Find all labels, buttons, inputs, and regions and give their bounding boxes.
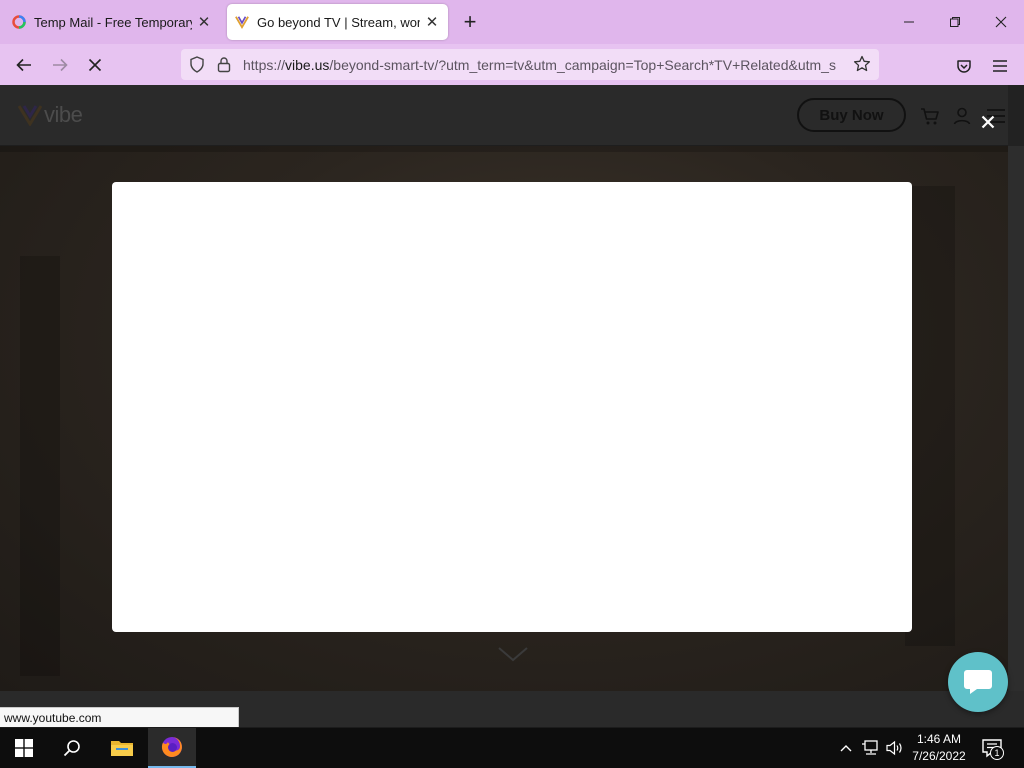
chevron-up-icon <box>840 745 852 752</box>
tempmail-favicon-icon <box>12 15 26 29</box>
search-button[interactable] <box>48 728 96 768</box>
tab-title: Temp Mail - Free Temporary Em <box>34 14 192 30</box>
chat-bubble-icon <box>964 670 992 694</box>
chat-button[interactable] <box>948 652 1008 712</box>
pocket-icon <box>957 60 971 73</box>
browser-tab-strip: Temp Mail - Free Temporary Em ✕ Go beyon… <box>0 0 1024 44</box>
tab-title: Go beyond TV | Stream, work, an <box>257 14 420 30</box>
url-text[interactable]: https://vibe.us/beyond-smart-tv/?utm_ter… <box>243 57 843 73</box>
clock-time: 1:46 AM <box>916 732 962 746</box>
user-icon[interactable] <box>951 105 973 127</box>
search-icon <box>63 740 80 757</box>
pocket-button[interactable] <box>950 52 978 80</box>
tab-vibe[interactable]: Go beyond TV | Stream, work, an ✕ <box>227 4 448 40</box>
hamburger-menu-icon <box>993 60 1007 72</box>
arrow-left-icon <box>16 58 31 72</box>
windows-taskbar: 1:46 AM 7/26/2022 1 <box>0 728 1024 768</box>
file-explorer-button[interactable] <box>98 728 146 768</box>
file-explorer-icon <box>111 741 133 756</box>
firefox-icon <box>161 737 182 757</box>
navigation-toolbar: https://vibe.us/beyond-smart-tv/?utm_ter… <box>0 44 1024 85</box>
page-scrollbar[interactable] <box>1008 146 1024 691</box>
close-icon <box>995 16 1007 28</box>
status-bar-url: www.youtube.com <box>0 707 239 727</box>
start-button[interactable] <box>0 728 48 768</box>
stop-icon <box>88 58 102 72</box>
logo-text: vibe <box>44 102 83 127</box>
modal-close-button[interactable] <box>976 110 1000 134</box>
clock-date: 7/26/2022 <box>912 749 966 763</box>
site-logo[interactable]: vibe <box>18 102 83 128</box>
window-close-button[interactable] <box>978 0 1024 44</box>
tab-temp-mail[interactable]: Temp Mail - Free Temporary Em ✕ <box>6 4 218 40</box>
stop-button[interactable] <box>80 50 110 80</box>
network-icon <box>862 740 878 755</box>
maximize-icon <box>950 17 960 27</box>
shield-icon[interactable] <box>189 56 205 73</box>
back-button[interactable] <box>9 50 39 80</box>
close-icon <box>981 115 995 129</box>
url-path: /beyond-smart-tv/?utm_term=tv&utm_campai… <box>329 57 836 73</box>
new-tab-button[interactable]: + <box>456 8 484 36</box>
site-header: vibe Buy Now <box>0 85 1008 146</box>
chevron-down-icon[interactable] <box>497 645 529 663</box>
network-button[interactable] <box>861 738 881 758</box>
url-prefix: https:// <box>243 57 286 73</box>
vibe-logo-icon <box>18 105 42 126</box>
lock-icon[interactable] <box>216 56 232 73</box>
app-menu-button[interactable] <box>986 52 1014 80</box>
buy-now-button[interactable]: Buy Now <box>797 98 906 132</box>
volume-button[interactable] <box>885 738 905 758</box>
arrow-right-icon <box>53 58 68 72</box>
minimize-icon <box>904 21 914 23</box>
video-modal-frame[interactable] <box>112 182 912 632</box>
firefox-taskbar-button[interactable] <box>148 728 196 768</box>
minimize-button[interactable] <box>886 0 932 44</box>
maximize-button[interactable] <box>932 0 978 44</box>
show-hidden-icons-button[interactable] <box>836 738 856 758</box>
windows-start-icon <box>15 739 33 757</box>
taskbar-clock[interactable]: 1:46 AM 7/26/2022 <box>906 731 972 765</box>
plus-icon: + <box>463 9 477 34</box>
forward-button[interactable] <box>45 50 75 80</box>
url-domain: vibe.us <box>285 57 330 73</box>
vibe-favicon-icon <box>235 15 249 29</box>
cart-icon[interactable] <box>919 105 941 127</box>
address-bar[interactable]: https://vibe.us/beyond-smart-tv/?utm_ter… <box>181 49 879 80</box>
notification-badge: 1 <box>990 746 1004 760</box>
volume-icon <box>886 740 902 756</box>
close-tab-icon[interactable]: ✕ <box>196 14 212 31</box>
star-icon[interactable] <box>853 55 871 73</box>
close-tab-icon[interactable]: ✕ <box>424 14 440 31</box>
web-content: vibe Buy Now www.youtube.com <box>0 85 1024 727</box>
